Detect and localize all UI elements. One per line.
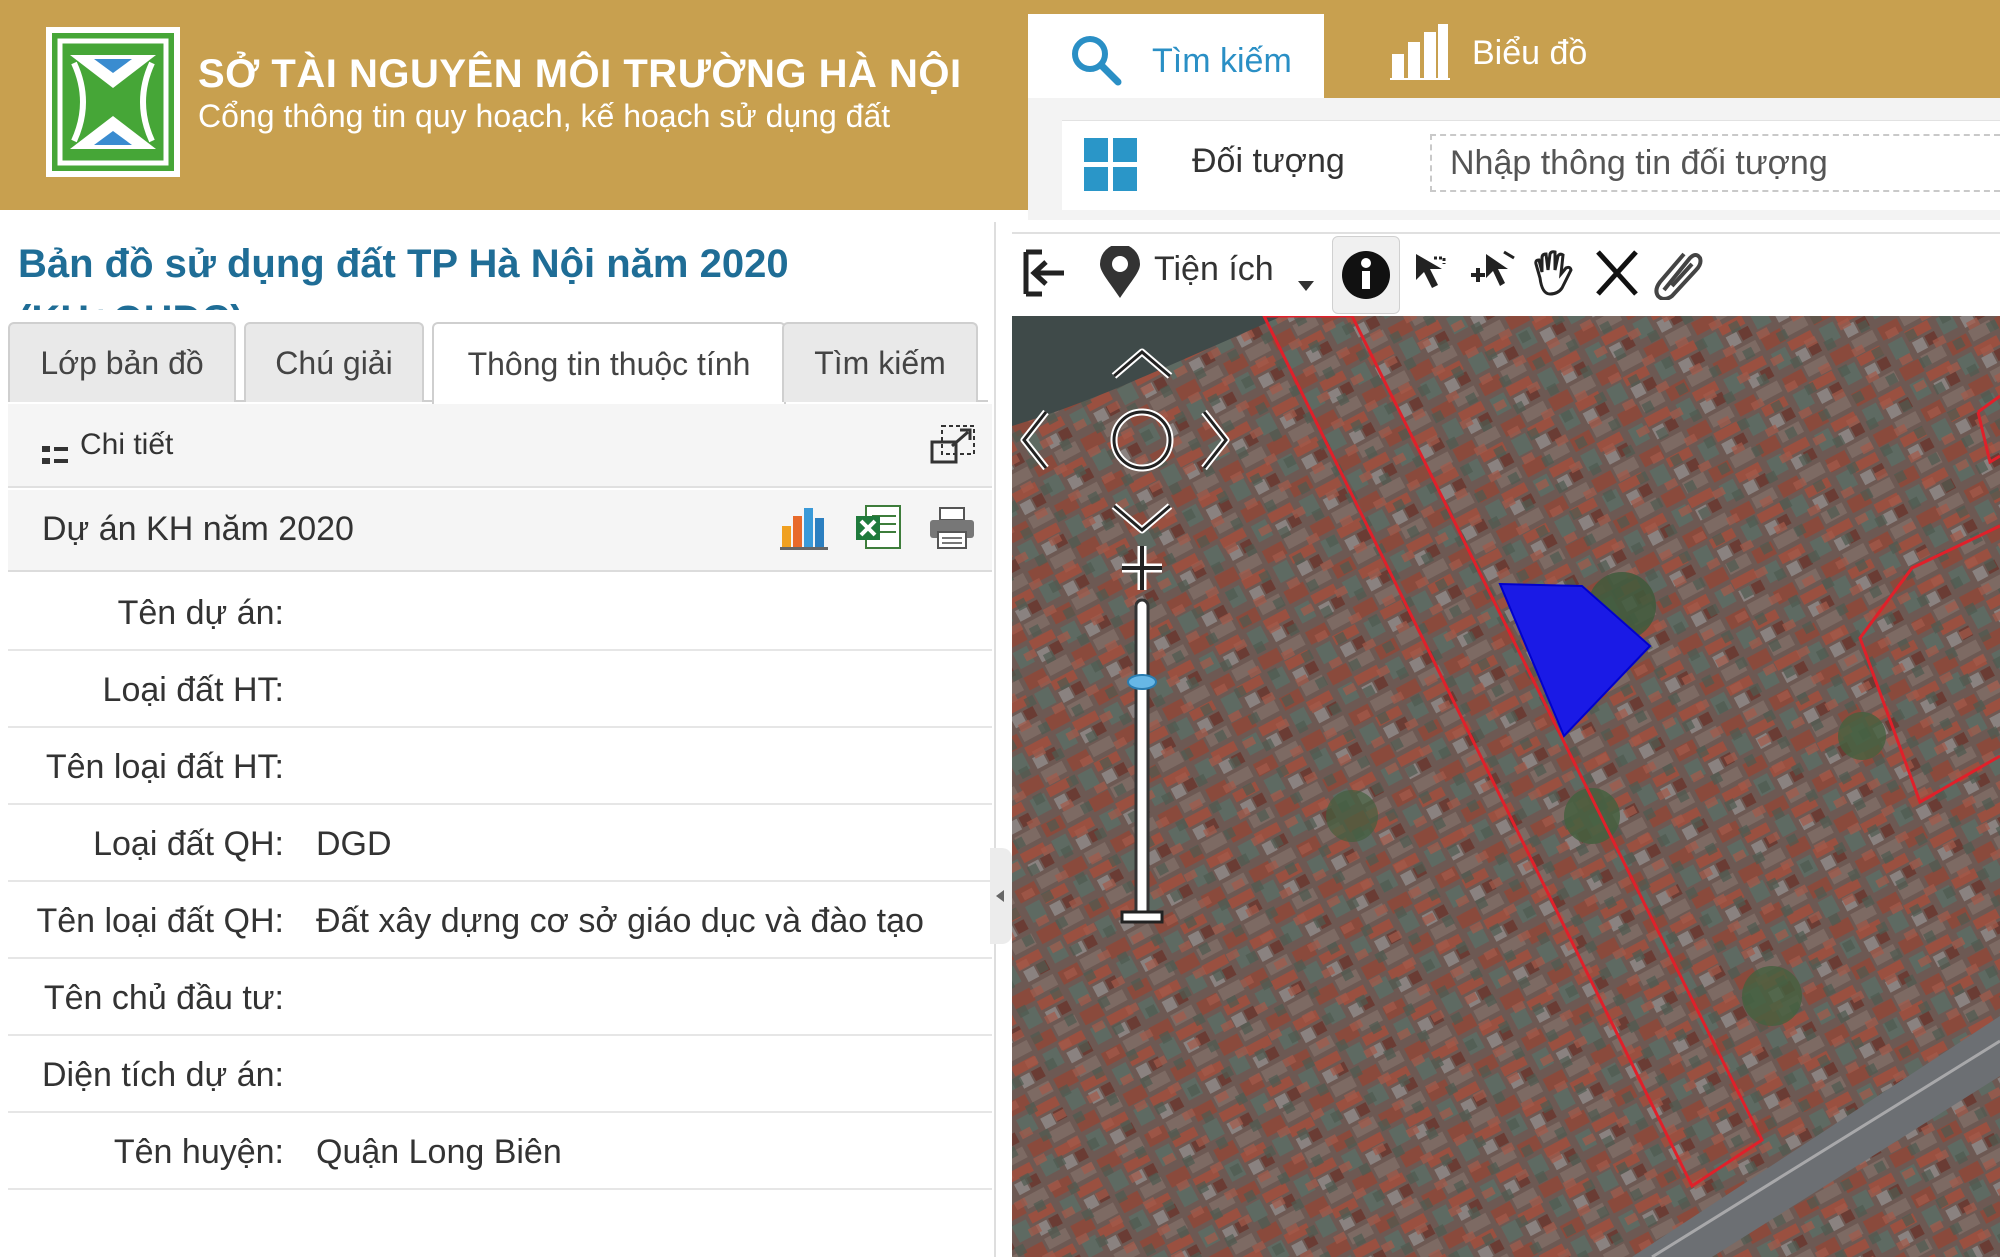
bar-chart-icon (1390, 24, 1450, 85)
left-panel: Bản đồ sử dụng đất TP Hà Nội năm 2020 (K… (0, 222, 996, 1257)
tab-chart[interactable]: Biểu đồ (1384, 14, 1664, 98)
tab-attributes[interactable]: Thông tin thuộc tính (432, 322, 786, 404)
tab-search-panel[interactable]: Tìm kiếm (782, 322, 978, 402)
attr-key: Tên dự án: (117, 594, 284, 632)
map-canvas[interactable] (1012, 316, 2000, 1257)
multi-select-icon[interactable] (1468, 248, 1518, 303)
printer-icon[interactable] (928, 506, 976, 555)
chart-export-icon[interactable] (780, 504, 828, 555)
caret-down-icon[interactable] (1298, 278, 1314, 296)
table-row: Tên dự án: (8, 574, 992, 651)
pan-hand-icon[interactable] (1530, 248, 1578, 303)
panel-collapse-handle[interactable] (990, 848, 1012, 944)
attr-key: Loại đất QH: (93, 825, 284, 863)
org-subtitle: Cổng thông tin quy hoạch, kế hoạch sử dụ… (198, 98, 891, 134)
site-header: SỞ TÀI NGUYÊN MÔI TRƯỜNG HÀ NỘI Cổng thô… (0, 0, 1028, 210)
tab-legend[interactable]: Chú giải (244, 322, 424, 402)
tab-map-layers[interactable]: Lớp bản đồ (8, 322, 236, 402)
attribute-table: Tên dự án: Loại đất HT: Tên loại đất HT:… (8, 574, 992, 1190)
attr-value: DGD (316, 825, 392, 863)
list-icon (42, 446, 68, 471)
attr-key: Tên loại đất HT: (45, 748, 284, 786)
attr-key: Tên chủ đầu tư: (43, 979, 284, 1017)
satellite-map[interactable] (1012, 316, 2000, 1257)
exit-icon[interactable] (1020, 248, 1070, 303)
attr-value: Đất xây dựng cơ sở giáo dục và đào tạo (316, 902, 924, 940)
search-input[interactable] (1430, 134, 2000, 192)
tab-search[interactable]: Tìm kiếm (1028, 14, 1324, 102)
attr-value: Quận Long Biên (316, 1133, 562, 1171)
tree-cluster (1742, 966, 1802, 1026)
detail-label: Chi tiết (80, 428, 174, 461)
tree-cluster (1838, 712, 1886, 760)
attr-key: Tên huyện: (113, 1133, 284, 1171)
table-row: Tên huyện: Quận Long Biên (8, 1113, 992, 1190)
table-row: Loại đất HT: (8, 651, 992, 728)
tab-chart-label: Biểu đồ (1472, 34, 1588, 72)
close-x-icon[interactable] (1592, 246, 1642, 305)
attr-key: Tên loại đất QH: (36, 902, 284, 940)
org-title: SỞ TÀI NGUYÊN MÔI TRƯỜNG HÀ NỘI (198, 52, 962, 96)
project-bar: Dự án KH năm 2020 (8, 490, 992, 572)
tab-search-label: Tìm kiếm (1152, 42, 1292, 80)
grid-icon[interactable] (1084, 138, 1138, 197)
excel-icon[interactable] (854, 504, 902, 555)
info-button[interactable] (1332, 236, 1400, 314)
location-pin-icon[interactable] (1098, 244, 1142, 305)
logo (46, 27, 180, 177)
paperclip-icon[interactable] (1652, 246, 1704, 305)
utility-menu[interactable]: Tiện ích (1154, 250, 1274, 289)
table-row: Diện tích dự án: (8, 1036, 992, 1113)
search-icon (1068, 32, 1124, 93)
table-row: Loại đất QH: DGD (8, 805, 992, 882)
expand-icon[interactable] (930, 424, 976, 471)
attr-key: Loại đất HT: (102, 671, 284, 709)
tree-cluster (1326, 790, 1378, 842)
info-icon (1342, 251, 1390, 299)
table-row: Tên loại đất HT: (8, 728, 992, 805)
map-toolbar: Tiện ích (1012, 232, 2000, 316)
zoom-handle (1127, 674, 1157, 690)
select-arrow-icon[interactable] (1412, 250, 1456, 299)
table-row: Tên loại đất QH: Đất xây dựng cơ sở giáo… (8, 882, 992, 959)
page-title: Bản đồ sử dụng đất TP Hà Nội năm 2020 (K… (18, 242, 789, 310)
panel-tabs: Lớp bản đồ Chú giải Thông tin thuộc tính… (8, 318, 988, 404)
detail-bar: Chi tiết (8, 404, 992, 488)
object-type-label[interactable]: Đối tượng (1192, 142, 1345, 181)
attr-key: Diện tích dự án: (41, 1056, 284, 1094)
table-row: Tên chủ đầu tư: (8, 959, 992, 1036)
project-label: Dự án KH năm 2020 (42, 510, 354, 548)
